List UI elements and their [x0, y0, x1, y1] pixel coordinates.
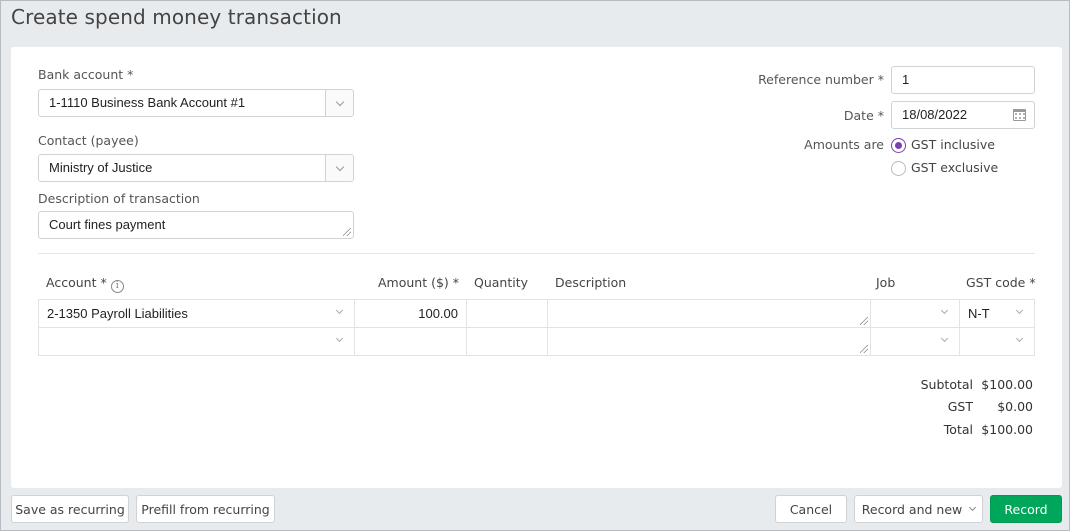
amount-input[interactable]: 100.00: [354, 299, 467, 328]
gst-label: GST: [947, 399, 973, 414]
gst-exclusive-label[interactable]: GST exclusive: [911, 160, 998, 175]
gst-inclusive-radio[interactable]: [891, 138, 906, 153]
description-label: Description of transaction: [38, 191, 200, 206]
info-icon[interactable]: i: [110, 280, 124, 293]
bank-account-label: Bank account *: [38, 67, 134, 82]
subtotal-label: Subtotal: [920, 377, 973, 392]
gst-value: $0.00: [997, 399, 1033, 414]
total-value: $100.00: [981, 422, 1033, 437]
chevron-down-icon: [335, 97, 344, 106]
chevron-down-icon: [940, 334, 949, 343]
section-divider: [38, 253, 1035, 254]
quantity-input[interactable]: [466, 327, 548, 356]
amounts-are-label: Amounts are: [804, 137, 884, 152]
chevron-down-icon: [969, 503, 977, 512]
header-amount: Amount ($) *: [377, 275, 459, 290]
date-value: 18/08/2022: [902, 107, 968, 122]
calendar-icon[interactable]: [1013, 109, 1026, 121]
chevron-down-icon: [1015, 334, 1024, 343]
subtotal-value: $100.00: [981, 377, 1033, 392]
chevron-down-icon: [1015, 306, 1024, 315]
chevron-down-icon: [335, 162, 344, 171]
contact-select[interactable]: Ministry of Justice: [38, 154, 354, 182]
resize-handle-icon[interactable]: [343, 228, 351, 236]
account-select[interactable]: 2-1350 Payroll Liabilities: [38, 299, 355, 328]
job-select[interactable]: [870, 299, 960, 328]
transaction-form: Bank account * 1-1110 Business Bank Acco…: [11, 47, 1062, 488]
resize-handle-icon[interactable]: [860, 317, 868, 325]
job-select[interactable]: [870, 327, 960, 356]
bank-account-dropdown-button[interactable]: [325, 90, 353, 116]
date-label: Date *: [843, 108, 884, 123]
reference-label: Reference number *: [758, 72, 884, 87]
header-description: Description: [555, 275, 627, 290]
date-input[interactable]: 18/08/2022: [891, 101, 1035, 129]
description-textarea[interactable]: Court fines payment: [38, 211, 354, 239]
gst-exclusive-radio[interactable]: [891, 161, 906, 176]
prefill-from-recurring-label: Prefill from recurring: [141, 501, 270, 517]
save-as-recurring-label: Save as recurring: [15, 501, 125, 517]
cancel-button[interactable]: Cancel: [775, 495, 847, 523]
amount-input[interactable]: [354, 327, 467, 356]
bank-account-value: 1-1110 Business Bank Account #1: [49, 95, 246, 110]
amount-value: 100.00: [418, 306, 458, 321]
header-job: Job: [876, 275, 896, 290]
record-label: Record: [1004, 501, 1048, 517]
chevron-down-icon: [335, 334, 344, 343]
header-gst-code: GST code *: [966, 275, 1036, 290]
bank-account-select[interactable]: 1-1110 Business Bank Account #1: [38, 89, 354, 117]
reference-input[interactable]: 1: [891, 66, 1035, 94]
gst-inclusive-label[interactable]: GST inclusive: [911, 137, 995, 152]
resize-handle-icon[interactable]: [860, 345, 868, 353]
record-and-new-button[interactable]: Record and new: [854, 495, 983, 523]
reference-value: 1: [902, 72, 910, 87]
line-description-textarea[interactable]: [547, 327, 871, 356]
line-description-textarea[interactable]: [547, 299, 871, 328]
header-account: Account * i: [46, 275, 124, 293]
prefill-from-recurring-button[interactable]: Prefill from recurring: [136, 495, 275, 523]
description-value: Court fines payment: [49, 217, 166, 232]
record-and-new-label: Record and new: [861, 501, 963, 517]
gst-code-value: N-T: [968, 306, 990, 321]
record-button[interactable]: Record: [990, 495, 1062, 523]
header-account-label: Account *: [46, 275, 107, 290]
gst-code-select[interactable]: N-T: [959, 299, 1035, 328]
quantity-input[interactable]: [466, 299, 548, 328]
page-title: Create spend money transaction: [11, 5, 342, 29]
account-select[interactable]: [38, 327, 355, 356]
gst-code-select[interactable]: [959, 327, 1035, 356]
save-as-recurring-button[interactable]: Save as recurring: [11, 495, 129, 523]
cancel-label: Cancel: [789, 501, 833, 517]
header-quantity: Quantity: [474, 275, 529, 290]
contact-value: Ministry of Justice: [49, 160, 153, 175]
contact-label: Contact (payee): [38, 133, 139, 148]
total-label: Total: [943, 422, 973, 437]
chevron-down-icon: [335, 306, 344, 315]
contact-dropdown-button[interactable]: [325, 155, 353, 181]
chevron-down-icon: [940, 306, 949, 315]
account-value: 2-1350 Payroll Liabilities: [47, 306, 188, 321]
